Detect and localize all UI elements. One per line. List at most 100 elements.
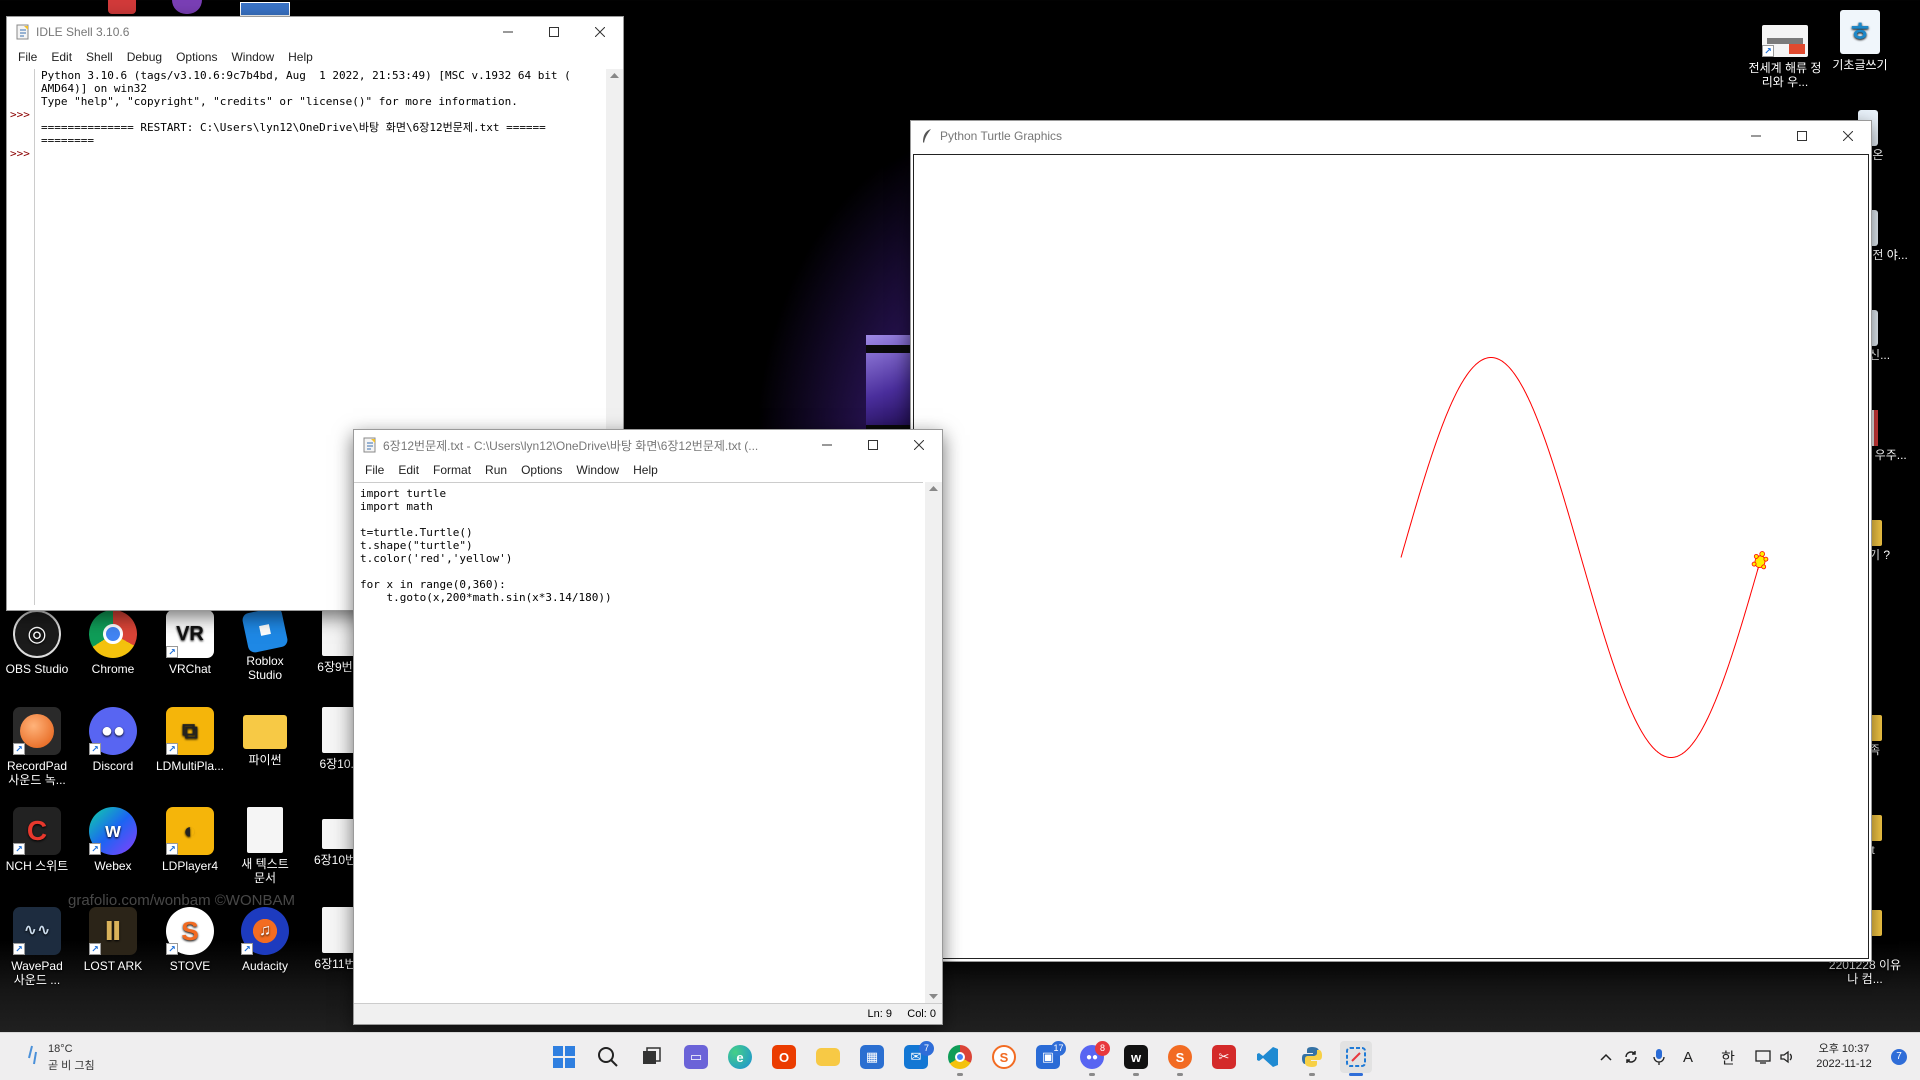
tray-mic-button[interactable] bbox=[1648, 1033, 1670, 1080]
menu-debug[interactable]: Debug bbox=[120, 50, 169, 64]
editor-window[interactable]: 6장12번문제.txt - C:\Users\lyn12\OneDrive\바탕… bbox=[353, 429, 943, 1025]
scroll-down-icon[interactable] bbox=[925, 989, 942, 1003]
tray-clock[interactable]: 오후 10:37 2022-11-12 bbox=[1804, 1033, 1884, 1080]
menu-file[interactable]: File bbox=[11, 50, 44, 64]
webex-taskbar-button[interactable]: w bbox=[1120, 1041, 1152, 1076]
scroll-up-icon[interactable] bbox=[925, 482, 942, 496]
turtle-graphics-window[interactable]: Python Turtle Graphics bbox=[910, 120, 1872, 962]
tray-sync-button[interactable] bbox=[1620, 1033, 1642, 1080]
editor-text-area[interactable]: import turtle import math t=turtle.Turtl… bbox=[354, 482, 923, 1003]
tray-volume-button[interactable] bbox=[1776, 1033, 1798, 1080]
tray-network-button[interactable] bbox=[1752, 1033, 1776, 1080]
running-indicator bbox=[1349, 1073, 1363, 1076]
menu-edit[interactable]: Edit bbox=[44, 50, 79, 64]
idle-shell-titlebar[interactable]: IDLE Shell 3.10.6 bbox=[7, 17, 623, 47]
ime-mode-a[interactable]: A bbox=[1676, 1033, 1700, 1080]
editor-scrollbar[interactable] bbox=[925, 482, 942, 1003]
turtle-titlebar[interactable]: Python Turtle Graphics bbox=[911, 121, 1871, 151]
notification-center-button[interactable]: 7 bbox=[1886, 1033, 1912, 1080]
task-view-button[interactable] bbox=[636, 1041, 668, 1073]
menu-window[interactable]: Window bbox=[569, 463, 626, 477]
maximize-button[interactable] bbox=[1779, 121, 1825, 151]
stove-taskbar-button[interactable]: S bbox=[988, 1041, 1020, 1073]
edge-button[interactable]: e bbox=[724, 1041, 756, 1073]
store-button[interactable]: ▦ bbox=[856, 1041, 888, 1073]
desktop-icon-discord[interactable]: ●● ↗ Discord bbox=[73, 707, 153, 773]
desktop-icon-hwp[interactable]: ㅎ 기초글쓰기 bbox=[1820, 10, 1900, 72]
editor-titlebar[interactable]: 6장12번문제.txt - C:\Users\lyn12\OneDrive\바탕… bbox=[354, 430, 942, 460]
vscode-taskbar-button[interactable] bbox=[1252, 1041, 1284, 1073]
menu-format[interactable]: Format bbox=[426, 463, 478, 477]
desktop-icon-new-text[interactable]: 새 텍스트 문서 bbox=[225, 807, 305, 885]
desktop-icon-label: Roblox Studio bbox=[246, 654, 284, 682]
top-cut-icon-1[interactable] bbox=[108, 0, 136, 14]
menu-help[interactable]: Help bbox=[626, 463, 665, 477]
search-button[interactable] bbox=[592, 1041, 624, 1073]
python-taskbar-button[interactable] bbox=[1296, 1041, 1328, 1076]
office-icon: O bbox=[772, 1045, 796, 1069]
webex-icon: w ↗ bbox=[89, 807, 137, 855]
minimize-button[interactable] bbox=[485, 17, 531, 47]
status-col: Col: 0 bbox=[907, 1008, 936, 1020]
close-button[interactable] bbox=[896, 430, 942, 460]
ime-mode-han[interactable]: 한 bbox=[1716, 1033, 1740, 1080]
teams-taskbar-button[interactable]: ▣ 17 bbox=[1032, 1041, 1066, 1073]
start-button[interactable] bbox=[548, 1041, 580, 1073]
stove-alt-taskbar-button[interactable]: S bbox=[1164, 1041, 1196, 1076]
desktop-icon-wavepad[interactable]: ∿∿ ↗ WavePad 사운드 ... bbox=[0, 907, 77, 987]
desktop-icon-lostark[interactable]: Ⅱ ↗ LOST ARK bbox=[73, 907, 153, 973]
menu-edit[interactable]: Edit bbox=[391, 463, 426, 477]
menu-shell[interactable]: Shell bbox=[79, 50, 120, 64]
desktop-icon-chrome[interactable]: Chrome bbox=[73, 610, 153, 676]
weather-widget[interactable]: 18°C 곧 비 그침 bbox=[20, 1041, 130, 1073]
turtle-canvas[interactable] bbox=[913, 154, 1869, 959]
feather-icon bbox=[923, 129, 931, 143]
desktop-icon-webex[interactable]: w ↗ Webex bbox=[73, 807, 153, 873]
desktop-icon-presentation[interactable]: ↗ 전세계 해류 정리와 우... bbox=[1745, 25, 1825, 89]
desktop-icon-python-folder[interactable]: 파이썬 bbox=[225, 707, 305, 767]
desktop-icon-ldmultiplayer[interactable]: ⧉ ↗ LDMultiPla... bbox=[150, 707, 230, 773]
maximize-button[interactable] bbox=[850, 430, 896, 460]
desktop-icon-recordpad[interactable]: ↗ RecordPad 사운드 녹... bbox=[0, 707, 77, 787]
maximize-button[interactable] bbox=[531, 17, 577, 47]
top-cut-icon-3[interactable] bbox=[240, 2, 290, 16]
menu-options[interactable]: Options bbox=[514, 463, 569, 477]
minimize-button[interactable] bbox=[1733, 121, 1779, 151]
nch-taskbar-button[interactable]: ✂ bbox=[1208, 1041, 1240, 1073]
desktop-icon-roblox[interactable]: Roblox Studio bbox=[225, 606, 305, 682]
desktop-icon-audacity[interactable]: ♫ ↗ Audacity bbox=[225, 907, 305, 973]
chrome-taskbar-button[interactable] bbox=[944, 1041, 976, 1076]
shell-restart-line: ======== bbox=[41, 134, 94, 147]
teams-chat-button[interactable]: ▭ bbox=[680, 1041, 712, 1073]
menu-run[interactable]: Run bbox=[478, 463, 514, 477]
menu-options[interactable]: Options bbox=[169, 50, 224, 64]
mail-button[interactable]: ✉ 7 bbox=[900, 1041, 934, 1073]
close-button[interactable] bbox=[577, 17, 623, 47]
top-cut-icon-2[interactable] bbox=[172, 0, 202, 14]
menu-window[interactable]: Window bbox=[224, 50, 281, 64]
desktop-icon-label: NCH 스위트 bbox=[5, 859, 69, 873]
weather-rain-icon bbox=[28, 1045, 37, 1065]
office-button[interactable]: O bbox=[768, 1041, 800, 1073]
desktop-icon-ldplayer[interactable]: ◐ ↗ LDPlayer4 bbox=[150, 807, 230, 873]
turtle-cursor-icon bbox=[1751, 551, 1769, 571]
desktop-icon-stove[interactable]: S ↗ STOVE bbox=[150, 907, 230, 973]
running-indicator bbox=[1177, 1073, 1183, 1076]
snipping-tool-icon bbox=[1346, 1047, 1366, 1067]
discord-taskbar-button[interactable]: ●● 8 bbox=[1076, 1041, 1110, 1076]
tray-overflow-button[interactable] bbox=[1596, 1033, 1616, 1080]
menu-help[interactable]: Help bbox=[281, 50, 320, 64]
menu-file[interactable]: File bbox=[358, 463, 391, 477]
shortcut-arrow-icon: ↗ bbox=[166, 743, 178, 755]
chevron-up-icon bbox=[1600, 1053, 1612, 1061]
file-explorer-button[interactable] bbox=[812, 1041, 844, 1073]
desktop-icon-nch[interactable]: C ↗ NCH 스위트 bbox=[0, 807, 77, 873]
minimize-button[interactable] bbox=[804, 430, 850, 460]
scroll-up-icon[interactable] bbox=[606, 69, 623, 83]
desktop-icon-vrchat[interactable]: VR ↗ VRChat bbox=[150, 610, 230, 676]
window-title: Python Turtle Graphics bbox=[940, 129, 1063, 143]
desktop-icon-obs[interactable]: ◎ OBS Studio bbox=[0, 610, 77, 676]
close-button[interactable] bbox=[1825, 121, 1871, 151]
snipping-tool-taskbar-button[interactable] bbox=[1340, 1041, 1372, 1076]
running-indicator bbox=[1089, 1073, 1095, 1076]
